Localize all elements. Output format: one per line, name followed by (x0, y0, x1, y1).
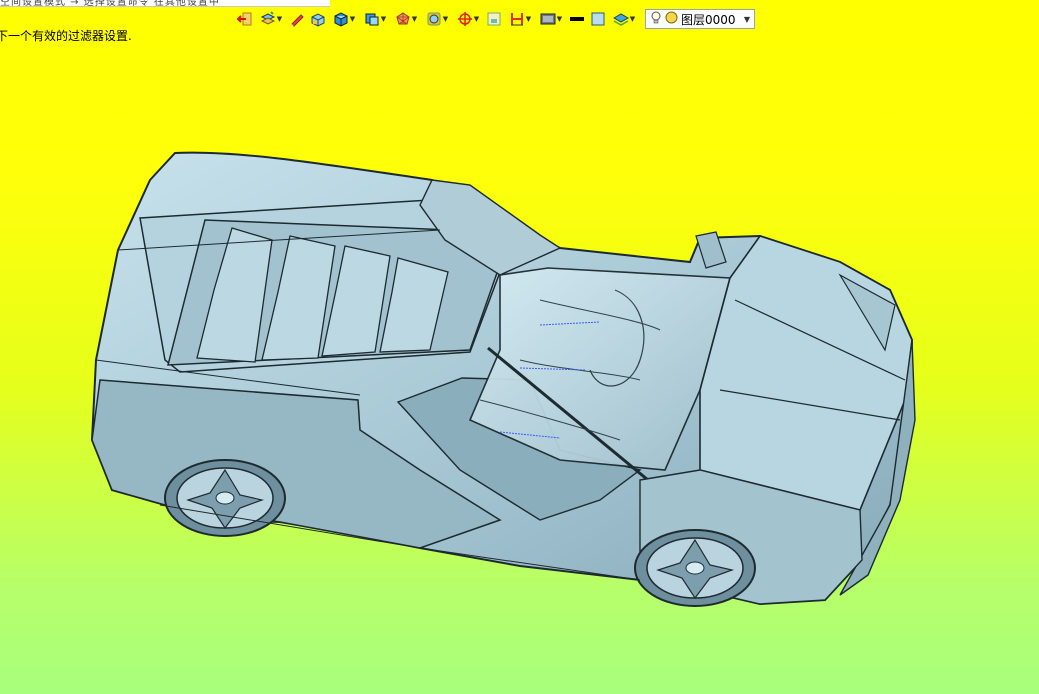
layer-stack-icon[interactable]: ▼ (610, 10, 638, 28)
chevron-down-icon: ▼ (276, 14, 283, 23)
chevron-down-icon[interactable]: ▼ (744, 15, 750, 24)
chevron-down-icon: ▼ (442, 14, 449, 23)
car-model (90, 151, 916, 607)
layer-color-icon[interactable] (665, 11, 678, 27)
chevron-down-icon: ▼ (473, 14, 480, 23)
chevron-down-icon: ▼ (380, 14, 387, 23)
chevron-down-icon: ▼ (411, 14, 418, 23)
view-toolbar: ▼ ▼ ▼ ▼ ▼ ▼ ▼ ▼ ▼ 图层0000 ▼ (236, 7, 755, 31)
rear-wheel (164, 459, 286, 537)
shaded-cube-icon[interactable]: ▼ (330, 10, 358, 28)
face-color-icon[interactable] (589, 10, 607, 28)
layer-selector[interactable]: 图层0000 ▼ (645, 9, 755, 29)
window-title-text: 空间设置模式 → 选择设置命令 在其他设置中 (0, 0, 220, 8)
display-panel-icon[interactable]: ▼ (537, 10, 565, 28)
wire-cube-icon[interactable]: ▼ (361, 10, 389, 28)
exit-icon[interactable] (236, 10, 254, 28)
front-wheel (634, 529, 756, 607)
layers-stack-icon[interactable]: ▼ (257, 10, 285, 28)
crosshair-icon[interactable]: ▼ (454, 10, 482, 28)
section-plane-icon[interactable]: ▼ (506, 10, 534, 28)
view-orientation-icon[interactable]: ▼ (392, 10, 420, 28)
chevron-down-icon: ▼ (349, 14, 356, 23)
window-title-strip: 空间设置模式 → 选择设置命令 在其他设置中 (0, 0, 330, 8)
chevron-down-icon: ▼ (525, 14, 532, 23)
layer-name: 图层0000 (681, 12, 736, 27)
3d-viewport[interactable] (0, 45, 1039, 694)
solid-box-icon[interactable] (309, 10, 327, 28)
lightbulb-icon[interactable] (650, 11, 662, 28)
render-mode-icon[interactable]: ▼ (423, 10, 451, 28)
chevron-down-icon: ▼ (556, 14, 563, 23)
pencil-icon[interactable] (288, 10, 306, 28)
line-color-icon[interactable] (568, 10, 586, 28)
frame-select-icon[interactable] (485, 10, 503, 28)
status-message: 下一个有效的过滤器设置. (0, 29, 132, 43)
chevron-down-icon: ▼ (629, 14, 636, 23)
